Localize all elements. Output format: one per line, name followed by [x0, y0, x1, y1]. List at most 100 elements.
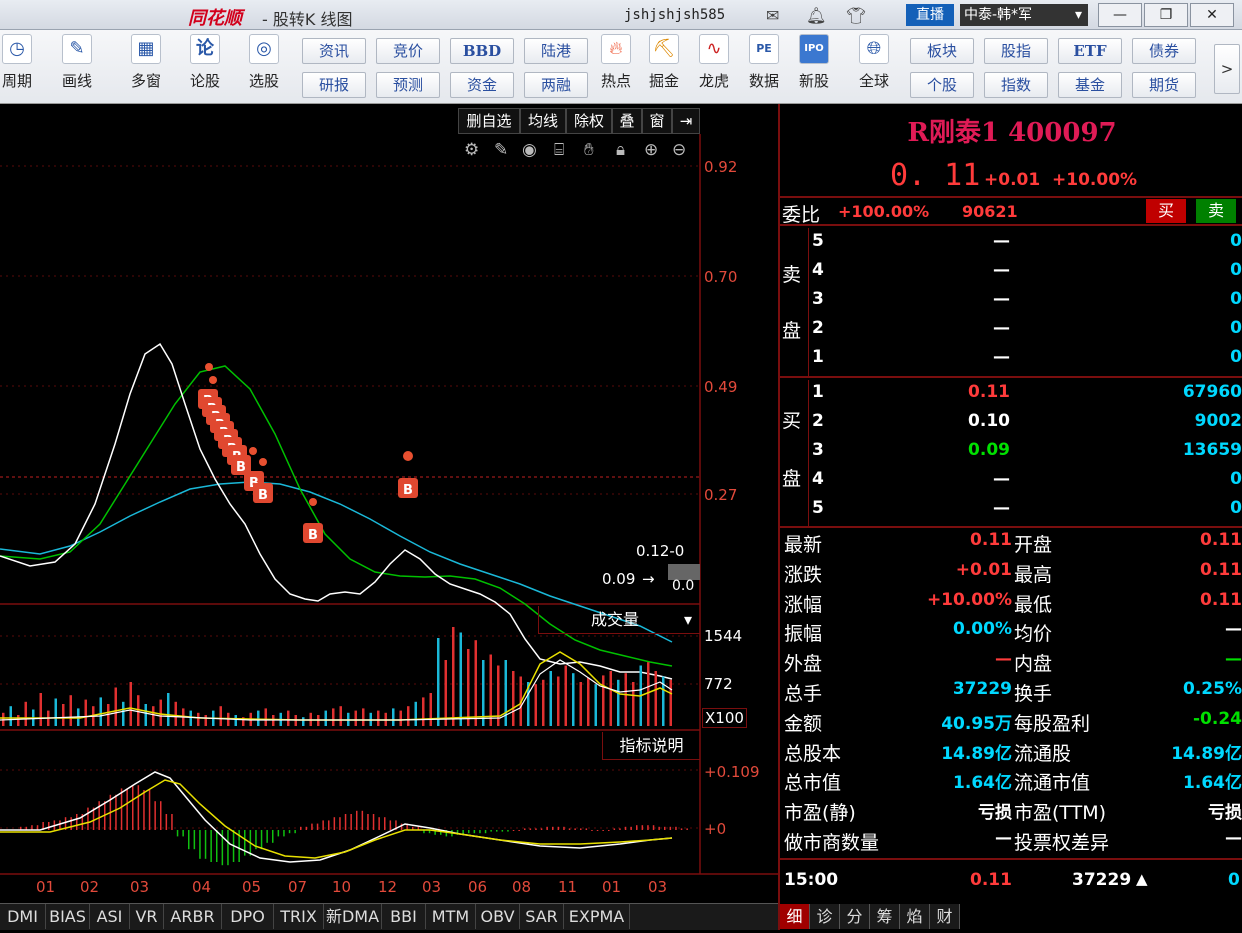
macd-bar: [137, 785, 140, 830]
stat-value: 1.64亿: [953, 773, 1012, 794]
pill-stock[interactable]: 个股: [910, 72, 974, 98]
quote-panel: R刚泰1 400097 0. 11 +0.01 +10.00% 委比 +100.…: [778, 104, 1242, 930]
level-volume: 0: [1230, 260, 1242, 280]
indicator-tab-11[interactable]: SAR: [520, 904, 564, 929]
pill-news[interactable]: 资讯: [302, 38, 366, 64]
y-label: 0.70: [704, 268, 738, 286]
volume-bar: [339, 706, 342, 726]
pill-research[interactable]: 研报: [302, 72, 366, 98]
indicator-tab-8[interactable]: BBI: [382, 904, 426, 929]
indicator-tab-0[interactable]: DMI: [0, 904, 46, 929]
volume-bar: [17, 715, 20, 726]
indicator-tab-9[interactable]: MTM: [426, 904, 476, 929]
indicator-tab-7[interactable]: 新DMA: [324, 904, 382, 929]
minimize-button[interactable]: —: [1098, 3, 1142, 27]
bell-icon[interactable]: 🔔︎: [806, 6, 826, 25]
level-volume: 0: [1230, 347, 1242, 367]
volume-bar: [557, 676, 560, 726]
pill-futures[interactable]: 期货: [1132, 72, 1196, 98]
volume-bar: [257, 710, 260, 726]
arrow-right-icon: →: [642, 570, 655, 588]
stat-value: +0.01: [955, 559, 1012, 580]
tool-forum[interactable]: 论论股: [182, 34, 228, 91]
pill-forecast[interactable]: 预测: [376, 72, 440, 98]
pill-sector[interactable]: 板块: [910, 38, 974, 64]
skin-icon[interactable]: 👕︎: [846, 6, 866, 25]
tool-multiwindow[interactable]: ▦ 多窗: [118, 34, 174, 91]
ind-label: +0: [704, 820, 727, 838]
level-volume: 0: [1230, 498, 1242, 518]
broker-select[interactable]: 中泰-韩*军 ▾: [960, 4, 1088, 26]
indicator-tab-10[interactable]: OBV: [476, 904, 520, 929]
level-num: 5: [812, 498, 824, 518]
tool-label: 论股: [189, 72, 220, 90]
pill-index[interactable]: 指数: [984, 72, 1048, 98]
app-dragon[interactable]: ∿ 龙虎: [694, 34, 734, 91]
x-label: 01: [36, 878, 56, 896]
quote-tab-3[interactable]: 筹: [870, 904, 900, 929]
app-data[interactable]: PE 数据: [744, 34, 784, 91]
volume-bar: [422, 697, 425, 726]
pill-etf[interactable]: ETF: [1058, 38, 1122, 64]
maximize-button[interactable]: ❐: [1144, 3, 1188, 27]
buy-button[interactable]: 买: [1146, 199, 1186, 223]
stat-value: 0.25%: [1183, 679, 1242, 699]
broker-value: 中泰-韩*军: [964, 7, 1033, 23]
level-num: 2: [812, 318, 824, 338]
quote-tab-5[interactable]: 财: [930, 904, 960, 929]
stat-value: 0.11: [970, 530, 1012, 550]
macd-bar: [311, 823, 313, 830]
volume-bar: [467, 649, 470, 726]
indicator-help-button[interactable]: 指标说明: [602, 732, 700, 760]
quote-tab-2[interactable]: 分: [840, 904, 870, 929]
pill-hk[interactable]: 陆港: [524, 38, 588, 64]
level-num: 3: [812, 289, 824, 309]
app-label: 热点: [600, 72, 631, 90]
pill-index-fut[interactable]: 股指: [984, 38, 1048, 64]
app-hot[interactable]: 🔥︎ 热点: [596, 34, 636, 91]
quote-tab-0[interactable]: 细: [780, 904, 810, 929]
pill-funds[interactable]: 资金: [450, 72, 514, 98]
tool-draw[interactable]: ✎ 画线: [52, 34, 102, 91]
quote-tab-4[interactable]: 焰: [900, 904, 930, 929]
tick-price: 0.11: [970, 870, 1012, 890]
live-button[interactable]: 直播: [906, 4, 954, 26]
indicator-tab-12[interactable]: EXPMA: [564, 904, 630, 929]
level-price: 0.09: [968, 440, 1010, 460]
mail-icon[interactable]: ✉: [766, 6, 779, 25]
app-dig[interactable]: ⛏ 掘金: [644, 34, 684, 91]
close-button[interactable]: ✕: [1190, 3, 1234, 27]
level-volume: 0: [1230, 289, 1242, 309]
app-global[interactable]: 🌐︎ 全球: [846, 34, 902, 91]
indicator-tab-1[interactable]: BIAS: [46, 904, 90, 929]
volume-bar: [452, 627, 455, 726]
pill-bbd[interactable]: BBD: [450, 38, 514, 64]
indicator-tab-4[interactable]: ARBR: [164, 904, 222, 929]
x-label: 06: [468, 878, 488, 896]
volume-title[interactable]: 成交量 ▾: [538, 606, 700, 634]
indicator-tab-6[interactable]: TRIX: [274, 904, 324, 929]
indicator-tab-5[interactable]: DPO: [222, 904, 274, 929]
macd-bar: [227, 830, 229, 866]
pill-fund[interactable]: 基金: [1058, 72, 1122, 98]
indicator-tab-2[interactable]: ASI: [90, 904, 130, 929]
macd-bar: [148, 790, 151, 830]
quote-tab-1[interactable]: 诊: [810, 904, 840, 929]
pill-margin[interactable]: 两融: [524, 72, 588, 98]
volume-bar: [399, 710, 402, 726]
last-price: 0. 11: [890, 158, 981, 193]
username[interactable]: jshjshjsh585: [624, 7, 725, 23]
pill-auction[interactable]: 竞价: [376, 38, 440, 64]
tool-period[interactable]: ◷ 周期: [0, 34, 42, 91]
tick-time: 15:00: [784, 870, 839, 890]
sell-button[interactable]: 卖: [1196, 199, 1236, 223]
app-ipo[interactable]: IPO 新股: [794, 34, 834, 91]
macd-bar: [300, 826, 302, 830]
toolbar-more-button[interactable]: >: [1214, 44, 1240, 94]
indicator-tab-3[interactable]: VR: [130, 904, 164, 929]
tool-picker[interactable]: ◎ 选股: [236, 34, 292, 91]
volume-bar: [144, 704, 147, 726]
level-volume: 67960: [1182, 382, 1242, 402]
pill-bond[interactable]: 债券: [1132, 38, 1196, 64]
level-price: —: [993, 318, 1010, 338]
